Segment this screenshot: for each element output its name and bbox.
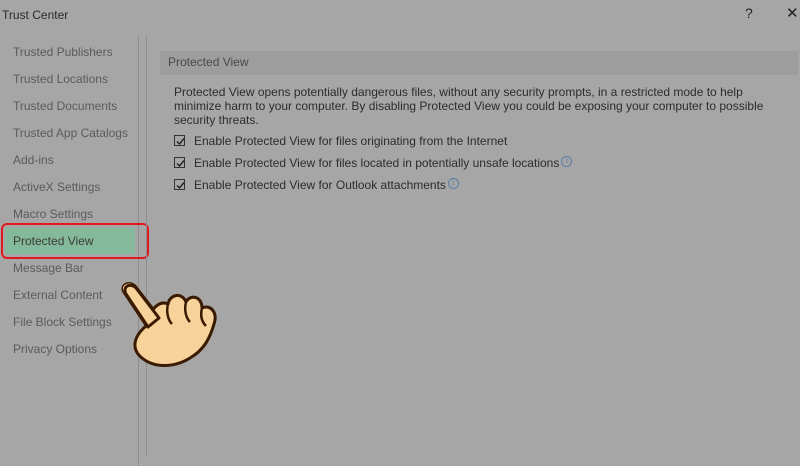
pointing-hand-icon xyxy=(121,282,217,367)
sidebar-item-trusted-app-catalogs[interactable]: Trusted App Catalogs xyxy=(5,120,135,146)
close-button[interactable]: ✕ xyxy=(786,4,799,22)
checkbox[interactable] xyxy=(174,179,185,190)
sidebar-item-activex-settings[interactable]: ActiveX Settings xyxy=(5,174,135,200)
info-icon[interactable]: i xyxy=(447,178,459,189)
checkbox[interactable] xyxy=(174,157,185,168)
option-label: Enable Protected View for files originat… xyxy=(194,134,508,148)
checkmark-icon xyxy=(176,138,185,146)
option-label-text: Enable Protected View for Outlook attach… xyxy=(194,178,446,192)
option-label: Enable Protected View for files located … xyxy=(194,156,573,170)
main-panel: Protected View Protected View opens pote… xyxy=(146,36,800,456)
checkbox[interactable] xyxy=(174,135,185,146)
help-button[interactable]: ? xyxy=(745,5,753,21)
section-title: Protected View xyxy=(160,51,798,75)
selection-highlight-box xyxy=(1,223,149,259)
section-description: Protected View opens potentially dangero… xyxy=(174,85,764,127)
sidebar-item-trusted-publishers[interactable]: Trusted Publishers xyxy=(5,39,135,65)
window-title: Trust Center xyxy=(2,8,69,22)
sidebar-item-trusted-documents[interactable]: Trusted Documents xyxy=(5,93,135,119)
title-bar: Trust Center ? ✕ xyxy=(0,0,800,30)
info-icon[interactable]: i xyxy=(561,156,573,167)
checkmark-icon xyxy=(176,160,185,168)
option-label-text: Enable Protected View for files located … xyxy=(194,156,560,170)
sidebar-item-add-ins[interactable]: Add-ins xyxy=(5,147,135,173)
option-label: Enable Protected View for Outlook attach… xyxy=(194,178,459,192)
checkmark-icon xyxy=(176,182,185,190)
sidebar-item-trusted-locations[interactable]: Trusted Locations xyxy=(5,66,135,92)
